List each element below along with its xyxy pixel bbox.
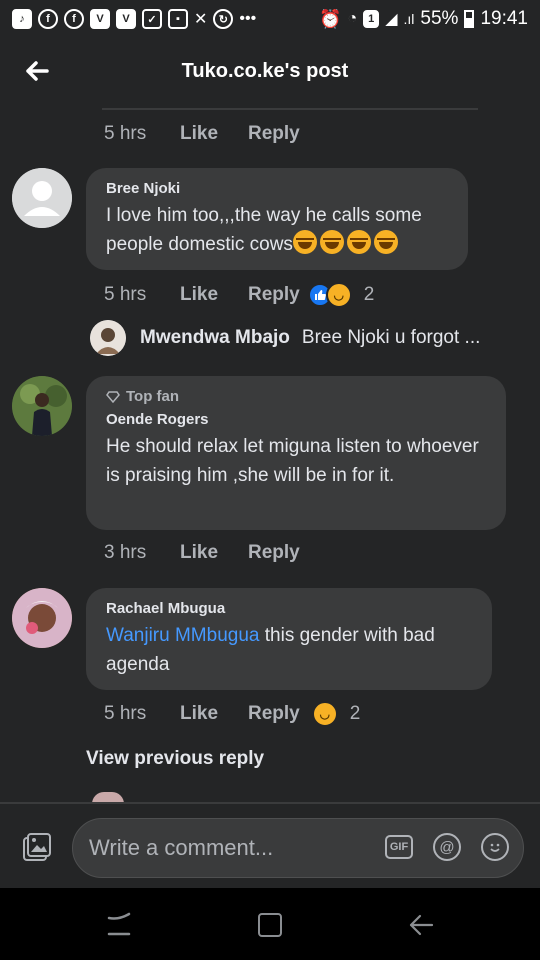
comment-bubble[interactable]: Bree Njoki I love him too,,,the way he c… (86, 168, 468, 270)
reply-snippet: Bree Njoki u forgot ... (301, 327, 481, 348)
comment-text: I love him too,,,the way he calls some p… (106, 201, 448, 259)
laughing-emoji-icon (346, 230, 371, 254)
reply-button[interactable]: Reply (248, 542, 316, 564)
badge-label: Top fan (126, 388, 180, 405)
clock: 19:41 (480, 8, 528, 29)
comment-author[interactable]: Rachael Mbugua (106, 600, 472, 617)
sync-icon: ↻ (213, 9, 234, 29)
system-nav-bar (0, 888, 540, 960)
tiktok-icon: ♪ (12, 9, 32, 29)
wifi-icon: ◔ (347, 10, 358, 27)
gif-icon[interactable]: GIF (385, 835, 413, 859)
comment-time: 3 hrs (104, 542, 147, 563)
vpn-icon-2: V (116, 9, 136, 29)
reaction-count: 2 (363, 284, 375, 305)
profile-photo (12, 588, 72, 648)
alarm-icon: ⏰ (319, 8, 342, 29)
reply-button[interactable]: Reply (248, 284, 300, 306)
recent-apps-icon[interactable] (107, 912, 131, 938)
avatar[interactable] (12, 588, 72, 648)
reaction-count: 2 (349, 703, 361, 724)
page-title: Tuko.co.ke's post (181, 59, 349, 82)
comment-time: 5 hrs (104, 284, 147, 305)
comment-text: Wanjiru MMbugua this gender with bad age… (106, 621, 472, 679)
view-previous-reply-link[interactable]: View previous reply (86, 748, 264, 770)
default-avatar-icon (12, 168, 72, 228)
comment-input[interactable]: Write a comment... GIF @ (72, 818, 524, 878)
composer-icons: GIF @ (385, 833, 509, 861)
home-icon[interactable] (258, 913, 282, 937)
mention-link[interactable]: Wanjiru MMbugua (106, 625, 259, 646)
laughing-emoji-icon (373, 230, 398, 254)
haha-reaction-icon: ◡ (325, 282, 352, 308)
missed-call-icon: ✕ (194, 11, 208, 28)
comment-placeholder: Write a comment... (89, 835, 274, 860)
like-button[interactable]: Like (180, 284, 248, 306)
avatar[interactable] (12, 376, 72, 436)
header: Tuko.co.ke's post (0, 38, 540, 104)
like-button[interactable]: Like (180, 703, 248, 725)
nav-back-icon[interactable] (408, 912, 434, 938)
reply-button[interactable]: Reply (248, 703, 300, 725)
comment-author[interactable]: Oende Rogers (106, 411, 486, 428)
comment-composer: Write a comment... GIF @ (0, 804, 540, 888)
more-icon: ••• (239, 10, 257, 27)
comment-time: 5 hrs (104, 123, 147, 144)
comment-time: 5 hrs (104, 703, 147, 724)
reply-author[interactable]: Mwendwa Mbajo (140, 327, 290, 349)
vpn-icon: V (90, 9, 110, 29)
top-fan-badge: Top fan (106, 388, 486, 405)
comment-author[interactable]: Bree Njoki (106, 180, 448, 197)
like-button[interactable]: Like (180, 123, 248, 145)
comment-meta: 5 hrs Like Reply ◡ 2 (104, 701, 360, 727)
battery-percent: 55% (420, 8, 459, 29)
comment-meta: 5 hrs Like Reply (104, 123, 316, 145)
sim-icon: 1 (363, 10, 380, 28)
comment-meta: 3 hrs Like Reply (104, 542, 316, 564)
battery-icon (464, 10, 475, 28)
photo-icon[interactable] (20, 832, 52, 864)
laughing-emoji-icon (292, 230, 317, 254)
reply-avatar (90, 320, 126, 356)
divider (102, 108, 478, 110)
system-status: ⏰ ◔ 1 ◢ .ıl 55% 19:41 (319, 8, 528, 30)
comment-bubble[interactable]: Rachael Mbugua Wanjiru MMbugua this gend… (86, 588, 492, 690)
facebook-icon: f (38, 9, 58, 29)
profile-photo (12, 376, 72, 436)
comment-text: He should relax let miguna listen to who… (106, 436, 479, 486)
diamond-icon (106, 390, 120, 403)
avatar[interactable] (12, 168, 72, 228)
haha-reaction-icon: ◡ (311, 701, 338, 727)
comment-meta: 5 hrs Like Reply ◡ 2 (104, 282, 374, 308)
back-arrow-icon[interactable] (22, 56, 52, 86)
message-icon: ▪ (168, 9, 188, 29)
emoji-icon[interactable] (481, 833, 509, 861)
reply-button[interactable]: Reply (248, 123, 316, 145)
mention-icon[interactable]: @ (433, 833, 461, 861)
facebook-icon-2: f (64, 9, 84, 29)
reply-preview[interactable]: Mwendwa Mbajo Bree Njoki u forgot ... (90, 320, 480, 356)
signal-icon-2: .ıl (403, 11, 415, 27)
comment-bubble[interactable]: Top fan Oende Rogers He should relax let… (86, 376, 506, 530)
reaction-summary[interactable]: ◡ 2 (311, 701, 361, 727)
shield-icon: ✓ (142, 9, 162, 29)
reaction-summary[interactable]: ◡ 2 (307, 282, 375, 308)
laughing-emoji-icon (319, 230, 344, 254)
notification-icons: ♪ f f V V ✓ ▪ ✕ ↻ ••• (12, 9, 256, 29)
status-bar: ♪ f f V V ✓ ▪ ✕ ↻ ••• ⏰ ◔ 1 ◢ .ıl 55% 19… (0, 0, 540, 38)
like-button[interactable]: Like (180, 542, 248, 564)
signal-icon: ◢ (385, 11, 398, 28)
